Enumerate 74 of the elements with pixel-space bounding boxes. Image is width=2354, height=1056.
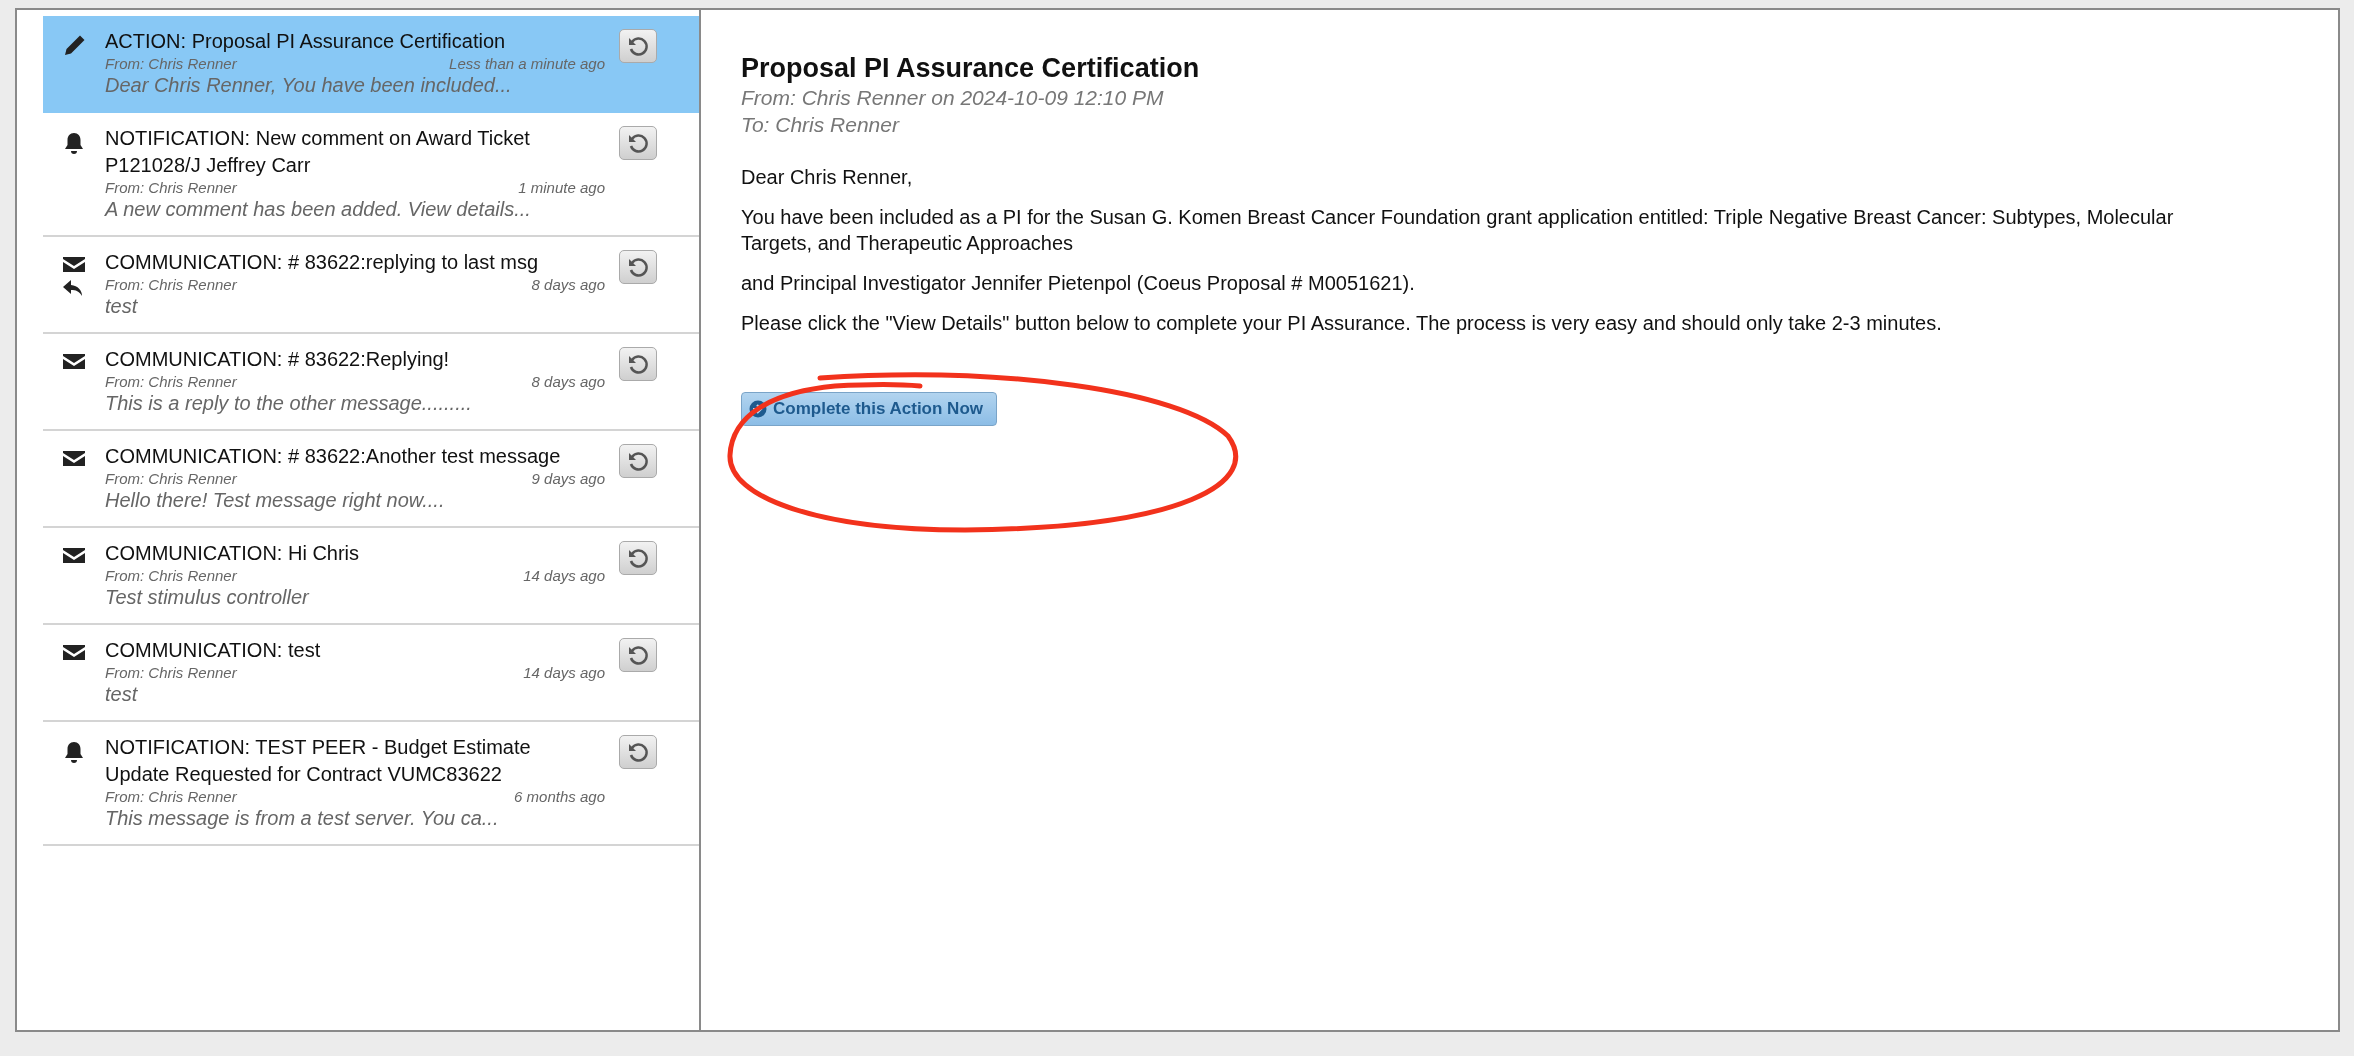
undo-button[interactable] [619,541,657,575]
message-to: To: Chris Renner [741,112,901,138]
message-from: From: Chris Renner on 2024-10-09 12:10 PM [741,85,1165,111]
undo-button[interactable] [619,638,657,672]
bell-icon [63,740,85,764]
message-title: COMMUNICATION: Hi Chris [105,541,361,566]
undo-button[interactable] [619,735,657,769]
undo-icon [627,644,649,666]
message-preview: test [105,682,139,707]
envelope-icon [62,643,86,661]
message-title: COMMUNICATION: test [105,638,322,663]
message-item[interactable]: COMMUNICATION: Hi Chris From: Chris Renner 14 days ago Test stimulus controller [43,528,699,625]
undo-icon [627,256,649,278]
message-preview: test [105,294,139,319]
reply-arrow-icon [62,279,84,297]
message-time: 1 minute ago [518,179,605,196]
envelope-icon [62,352,86,370]
undo-button[interactable] [619,444,657,478]
undo-button[interactable] [619,126,657,160]
message-sender: From: Chris Renner [105,373,237,390]
message-sender: From: Chris Renner [105,788,237,805]
undo-icon [627,35,649,57]
message-title: ACTION: Proposal PI Assurance Certification [105,29,507,54]
message-sender: From: Chris Renner [105,567,237,584]
message-paragraph: and Principal Investigator Jennifer Pietenpol (Coeus Proposal # M0051621). [741,271,1416,296]
message-time: 8 days ago [531,373,605,390]
envelope-icon [62,255,86,273]
message-preview: A new comment has been added. View details... [105,197,532,222]
message-paragraph: Dear Chris Renner, [741,165,914,190]
message-heading: Proposal PI Assurance Certification [741,52,1201,84]
message-paragraph: You have been included as a PI for the Susan G. Komen Breast Cancer Foundation grant application entitled: Triple Negative Breast Cancer: Subtypes, Molecular Targets, and Therapeutic Approaches [741,205,2175,256]
message-time: 9 days ago [531,470,605,487]
undo-button[interactable] [619,347,657,381]
message-item[interactable]: ACTION: Proposal PI Assurance Certification From: Chris Renner Less than a minute ago Dear Chris Renner, You have been included... [43,16,699,113]
bell-icon [63,131,85,155]
complete-action-button[interactable]: Complete this Action Now [741,392,997,426]
message-paragraph: Please click the "View Details" button below to complete your PI Assurance. The process is very easy and should only take 2-3 minutes. [741,311,1943,336]
message-preview: This is a reply to the other message......... [105,391,473,416]
message-preview: Dear Chris Renner, You have been included... [105,73,513,98]
undo-icon [627,353,649,375]
message-item[interactable]: COMMUNICATION: # 83622:Replying! From: Chris Renner 8 days ago This is a reply to the other message......... [43,334,699,431]
message-title: COMMUNICATION: # 83622:replying to last msg [105,250,540,275]
message-title: COMMUNICATION: # 83622:Another test message [105,444,562,469]
message-item[interactable]: COMMUNICATION: # 83622:Another test message From: Chris Renner 9 days ago Hello there! Test message right now.... [43,431,699,528]
message-preview: Test stimulus controller [105,585,311,610]
undo-icon [627,547,649,569]
message-sender: From: Chris Renner [105,276,237,293]
message-item[interactable]: COMMUNICATION: test From: Chris Renner 14 days ago test [43,625,699,722]
message-title: COMMUNICATION: # 83622:Replying! [105,347,451,372]
envelope-icon [62,449,86,467]
message-time: 14 days ago [523,567,605,584]
pencil-icon [62,34,86,58]
undo-icon [627,132,649,154]
message-sender: From: Chris Renner [105,179,237,196]
message-sender: From: Chris Renner [105,470,237,487]
undo-icon [627,450,649,472]
message-preview: Hello there! Test message right now.... [105,488,446,513]
message-item[interactable]: COMMUNICATION: # 83622:replying to last msg From: Chris Renner 8 days ago test [43,237,699,334]
message-item[interactable]: NOTIFICATION: New comment on Award Ticket P121028/J Jeffrey Carr From: Chris Renner 1 minute ago A new comment has been added. View details... [43,113,699,237]
undo-button[interactable] [619,29,657,63]
undo-button[interactable] [619,250,657,284]
message-time: Less than a minute ago [449,55,605,72]
arrow-circle-icon [749,400,767,418]
message-time: 6 months ago [514,788,605,805]
undo-icon [627,741,649,763]
envelope-icon [62,546,86,564]
message-sender: From: Chris Renner [105,55,237,72]
message-time: 14 days ago [523,664,605,681]
message-preview: This message is from a test server. You ca... [105,806,500,831]
message-time: 8 days ago [531,276,605,293]
message-sender: From: Chris Renner [105,664,237,681]
message-title: NOTIFICATION: TEST PEER - Budget Estimate Update Requested for Contract VUMC83622 [105,735,532,787]
message-item[interactable]: NOTIFICATION: TEST PEER - Budget Estimate Update Requested for Contract VUMC83622 From: Chris Renner 6 months ago This message is from a test server. You ca... [43,722,699,846]
message-title: NOTIFICATION: New comment on Award Ticket P121028/J Jeffrey Carr [105,126,531,178]
